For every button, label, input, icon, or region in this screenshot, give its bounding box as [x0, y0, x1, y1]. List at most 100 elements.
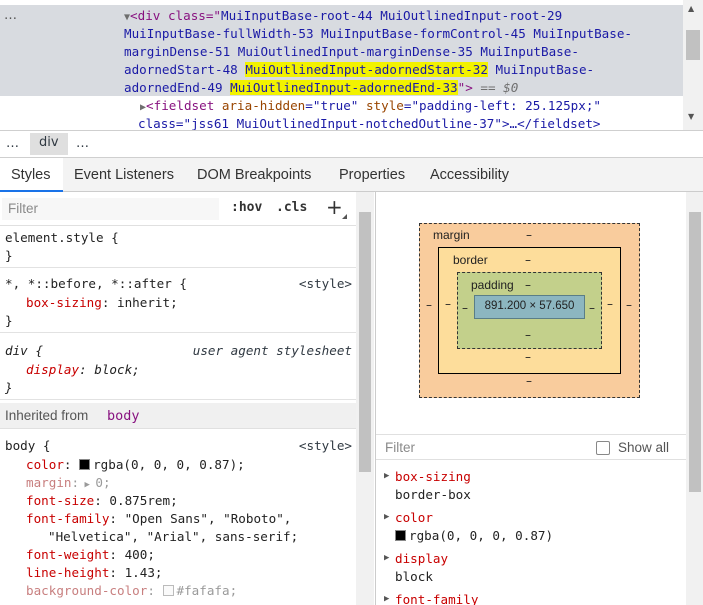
tab-accessibility[interactable]: Accessibility [430, 167, 509, 183]
tab-dom-breakpoints[interactable]: DOM Breakpoints [197, 167, 311, 183]
elements-scroll-thumb[interactable] [686, 30, 700, 60]
body-rule[interactable]: body { <style> color: rgba(0, 0, 0, 0.87… [0, 435, 356, 605]
expand-triangle-icon[interactable]: ▶ [384, 553, 389, 563]
color-swatch[interactable] [162, 585, 174, 596]
expand-triangle-icon[interactable]: ▶ [384, 512, 389, 522]
element-style-rule[interactable]: element.style { } [0, 226, 356, 268]
styles-filter-input[interactable]: Filter [2, 198, 219, 220]
prop-name[interactable]: background-color [26, 583, 147, 598]
tab-properties[interactable]: Properties [339, 167, 405, 183]
content-size-value[interactable]: 891.200 × 57.650 [475, 300, 584, 312]
node-actions-ellipsis[interactable]: … [4, 8, 18, 23]
styles-scrollbar[interactable] [356, 192, 374, 605]
prop-value[interactable]: #fafafa; [177, 583, 238, 598]
attr-name: style [358, 98, 404, 113]
dom-line-1[interactable]: ▼<div class="MuiInputBase-root-44 MuiOut… [124, 7, 562, 25]
new-style-rule-button[interactable]: + [326, 195, 343, 219]
prop-name[interactable]: font-weight [26, 547, 109, 562]
rule-selector[interactable]: element.style { [5, 229, 119, 247]
margin-left-value[interactable]: – [426, 298, 432, 312]
rule-selector[interactable]: div { [5, 342, 43, 360]
declaration-box-sizing[interactable]: box-sizing: inherit; [26, 294, 178, 312]
prop-value[interactable]: inherit; [117, 295, 178, 310]
prop-name[interactable]: line-height [26, 565, 109, 580]
prop-name[interactable]: box-sizing [26, 295, 102, 310]
styles-scroll-thumb[interactable] [359, 212, 371, 472]
margin-bottom-value[interactable]: – [526, 374, 532, 388]
dom-line-6[interactable]: ▶<fieldset aria-hidden="true" style="pad… [140, 97, 601, 115]
tab-styles[interactable]: Styles [0, 158, 63, 192]
elements-scrollbar[interactable]: ▲ ▼ [683, 0, 703, 130]
border-left-value[interactable]: – [445, 297, 451, 311]
declaration-line-height[interactable]: line-height: 1.43; [26, 564, 163, 582]
scroll-up-icon[interactable]: ▲ [688, 4, 694, 13]
declaration-background-color[interactable]: background-color: #fafafa; [26, 582, 237, 600]
expand-triangle-icon[interactable]: ▶ [79, 480, 95, 490]
dom-line-3[interactable]: marginDense-51 MuiOutlinedInput-marginDe… [124, 43, 579, 61]
computed-prop-box-sizing[interactable]: ▶ box-sizing border-box [376, 469, 686, 509]
border-top-value[interactable]: – [525, 253, 531, 267]
prop-value[interactable]: 0; [95, 475, 110, 490]
declaration-font-weight[interactable]: font-weight: 400; [26, 546, 155, 564]
padding-bottom-value[interactable]: – [525, 328, 531, 342]
rule-selector[interactable]: *, *::before, *::after { [5, 275, 187, 293]
new-rule-menu-icon[interactable] [342, 214, 347, 219]
dom-line-5[interactable]: adornedEnd-49 MuiOutlinedInput-adornedEn… [124, 79, 518, 97]
prop-value[interactable]: "Open Sans", "Roboto", [125, 511, 292, 526]
prop-name[interactable]: font-size [26, 493, 94, 508]
search-match-highlight: MuiOutlinedInput-adornedStart-32 [245, 62, 488, 77]
rule-source-link[interactable]: <style> [299, 275, 352, 293]
universal-rule[interactable]: *, *::before, *::after { <style> box-siz… [0, 273, 356, 333]
declaration-color[interactable]: color: rgba(0, 0, 0, 0.87); [26, 456, 245, 474]
prop-name[interactable]: font-family [26, 511, 109, 526]
declaration-font-family[interactable]: font-family: "Open Sans", "Roboto", [26, 510, 291, 528]
color-swatch[interactable] [395, 530, 406, 541]
inherited-from-link[interactable]: body [107, 408, 140, 424]
computed-prop-display[interactable]: ▶ display block [376, 551, 686, 591]
padding-right-value[interactable]: – [589, 301, 595, 315]
breadcrumb-right-more[interactable]: … [76, 136, 89, 151]
prop-value[interactable]: 0.875rem; [109, 493, 177, 508]
prop-value[interactable]: 1.43; [125, 565, 163, 580]
show-all-checkbox[interactable] [596, 441, 610, 455]
computed-scrollbar[interactable] [686, 192, 703, 605]
border-right-value[interactable]: – [607, 297, 613, 311]
prop-value[interactable]: "Helvetica", "Arial", sans-serif; [48, 529, 298, 544]
prop-name[interactable]: color [26, 457, 64, 472]
border-bottom-value[interactable]: – [525, 350, 531, 364]
hov-toggle-button[interactable]: :hov [231, 200, 262, 215]
declaration-font-size[interactable]: font-size: 0.875rem; [26, 492, 178, 510]
margin-right-value[interactable]: – [626, 298, 632, 312]
breadcrumb-left-more[interactable]: … [6, 136, 19, 151]
expand-triangle-icon[interactable]: ▶ [384, 471, 389, 481]
prop-value[interactable]: 400; [125, 547, 155, 562]
cls-toggle-button[interactable]: .cls [276, 200, 307, 215]
padding-top-value[interactable]: – [525, 278, 531, 292]
expand-triangle-icon[interactable]: ▶ [384, 594, 389, 604]
console-ref: == $0 [472, 80, 519, 95]
margin-top-value[interactable]: – [526, 228, 532, 242]
declaration-font-family-cont[interactable]: "Helvetica", "Arial", sans-serif; [48, 528, 298, 546]
padding-left-value[interactable]: – [462, 301, 468, 315]
declaration-margin[interactable]: margin: ▶ 0; [26, 474, 111, 492]
prop-value[interactable]: rgba(0, 0, 0, 0.87); [93, 457, 245, 472]
color-swatch[interactable] [79, 459, 91, 470]
computed-filter-input[interactable]: Filter [385, 440, 415, 455]
show-all-label[interactable]: Show all [618, 440, 669, 455]
ua-div-rule[interactable]: div { user agent stylesheet display: blo… [0, 340, 356, 400]
computed-prop-font-family[interactable]: ▶ font-family [376, 592, 686, 605]
dom-line-2[interactable]: MuiInputBase-fullWidth-53 MuiInputBase-f… [124, 25, 632, 43]
prop-name[interactable]: margin [26, 475, 72, 490]
prop-value[interactable]: block; [94, 362, 140, 377]
computed-prop-color[interactable]: ▶ color rgba(0, 0, 0, 0.87) [376, 510, 686, 550]
box-model-content[interactable]: 891.200 × 57.650 [474, 295, 585, 319]
prop-name[interactable]: display [26, 362, 79, 377]
rule-selector[interactable]: body { [5, 437, 51, 455]
declaration-display[interactable]: display: block; [26, 361, 140, 379]
rule-source-link[interactable]: <style> [299, 437, 352, 455]
breadcrumb-current[interactable]: div [30, 133, 68, 155]
tab-event-listeners[interactable]: Event Listeners [74, 167, 174, 183]
computed-scroll-thumb[interactable] [689, 212, 701, 492]
scroll-down-icon[interactable]: ▼ [688, 112, 694, 121]
dom-line-4[interactable]: adornedStart-48 MuiOutlinedInput-adorned… [124, 61, 594, 79]
